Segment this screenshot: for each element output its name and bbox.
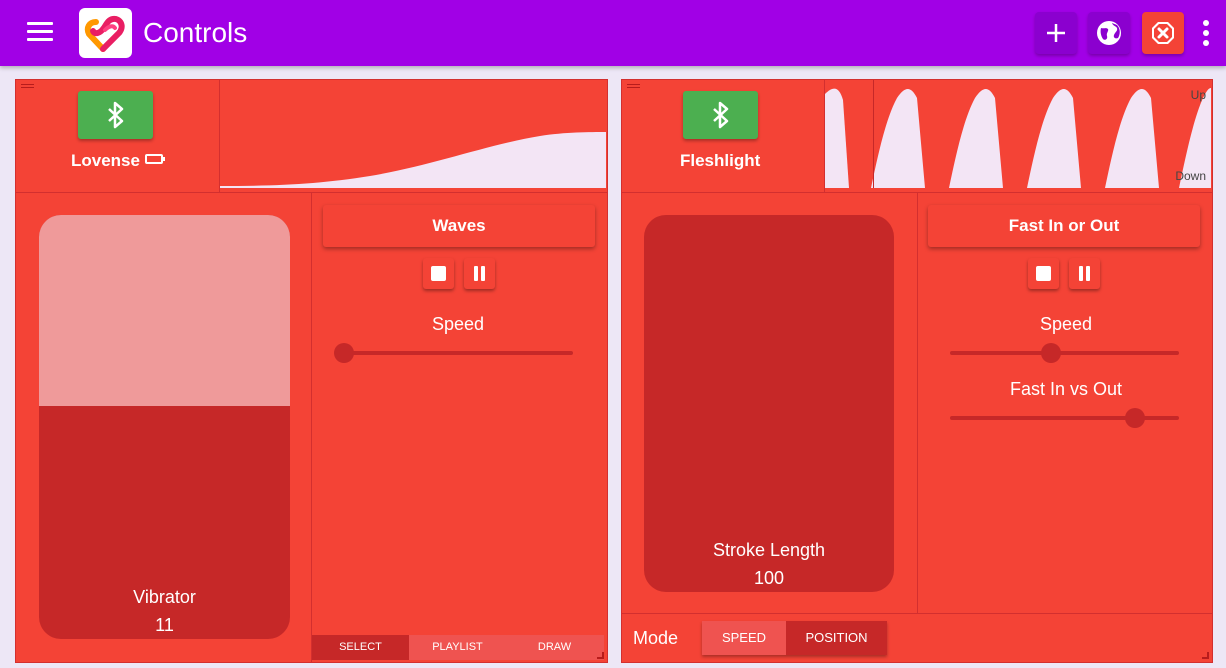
divider <box>311 193 312 663</box>
fast-in-vs-out-label: Fast In vs Out <box>1009 379 1123 399</box>
page-title: Controls <box>143 17 248 48</box>
vibrator-value: 11 <box>155 615 174 635</box>
bluetooth-icon <box>713 101 729 129</box>
pattern-tabs: SELECT PLAYLIST DRAW <box>312 635 604 660</box>
emergency-stop-button[interactable] <box>1142 12 1184 54</box>
divider <box>917 193 918 613</box>
mode-position-button[interactable]: POSITION <box>786 621 887 655</box>
resize-handle-icon[interactable] <box>1202 652 1209 659</box>
emergency-stop-icon <box>1152 22 1174 44</box>
speed-slider-thumb[interactable] <box>1040 343 1061 363</box>
stop-button[interactable] <box>423 258 454 289</box>
more-menu-button[interactable] <box>1196 18 1216 48</box>
speed-label: Speed <box>1039 314 1093 334</box>
pattern-select-button[interactable]: Waves <box>323 205 595 247</box>
mode-toggle: SPEED POSITION <box>702 621 887 655</box>
device-name: Fleshlight <box>680 151 761 170</box>
bluetooth-button[interactable] <box>683 91 758 139</box>
menu-icon[interactable] <box>27 22 53 42</box>
pause-icon <box>474 266 486 281</box>
battery-icon <box>144 154 165 164</box>
vibrator-label: Vibrator <box>133 587 196 607</box>
stop-icon <box>1036 266 1051 281</box>
tab-playlist[interactable]: PLAYLIST <box>409 635 506 660</box>
app-bar: Controls <box>0 0 1226 66</box>
device-name: Lovense <box>71 151 165 171</box>
device-panel-fleshlight: Fleshlight Up Down Stroke Length 100 Fas… <box>621 79 1213 663</box>
stop-button[interactable] <box>1028 258 1059 289</box>
pause-button[interactable] <box>464 258 495 289</box>
drag-handle-icon[interactable] <box>21 84 34 91</box>
device-panel-lovense: Lovense Vibrator 11 Waves Speed SELECT P… <box>15 79 608 663</box>
graph-label-up: Up <box>1190 88 1206 102</box>
divider <box>622 613 1212 614</box>
mode-speed-button[interactable]: SPEED <box>702 621 786 655</box>
stop-icon <box>431 266 446 281</box>
tab-draw[interactable]: DRAW <box>506 635 603 660</box>
app-logo <box>79 8 132 58</box>
speed-label: Speed <box>431 314 485 334</box>
pause-icon <box>1079 266 1091 281</box>
add-icon <box>1047 24 1065 42</box>
bluetooth-icon <box>108 101 124 129</box>
drag-handle-icon[interactable] <box>627 84 640 91</box>
vibrator-slider[interactable]: Vibrator 11 <box>39 215 290 639</box>
pause-button[interactable] <box>1069 258 1100 289</box>
bluetooth-button[interactable] <box>78 91 153 139</box>
speed-slider-thumb[interactable] <box>334 343 354 363</box>
pattern-select-button[interactable]: Fast In or Out <box>928 205 1200 247</box>
mode-label: Mode <box>633 628 679 648</box>
fast-in-vs-out-slider-thumb[interactable] <box>1125 408 1146 428</box>
pattern-graph <box>220 80 606 188</box>
stroke-length-label: Stroke Length <box>712 540 826 560</box>
graph-label-down: Down <box>1175 169 1206 183</box>
pattern-graph: Up Down <box>825 80 1211 188</box>
globe-icon <box>1097 21 1121 45</box>
speed-slider-track[interactable] <box>344 351 573 355</box>
remote-button[interactable] <box>1088 12 1130 54</box>
stroke-length-slider[interactable]: Stroke Length 100 <box>644 215 894 592</box>
speed-slider-track[interactable] <box>950 351 1179 355</box>
tab-select[interactable]: SELECT <box>312 635 409 660</box>
add-button[interactable] <box>1035 12 1077 54</box>
resize-handle-icon[interactable] <box>597 652 604 659</box>
vibrator-slider-unfilled <box>39 215 290 406</box>
more-vert-icon <box>1203 20 1209 46</box>
stroke-length-value: 100 <box>753 568 785 588</box>
